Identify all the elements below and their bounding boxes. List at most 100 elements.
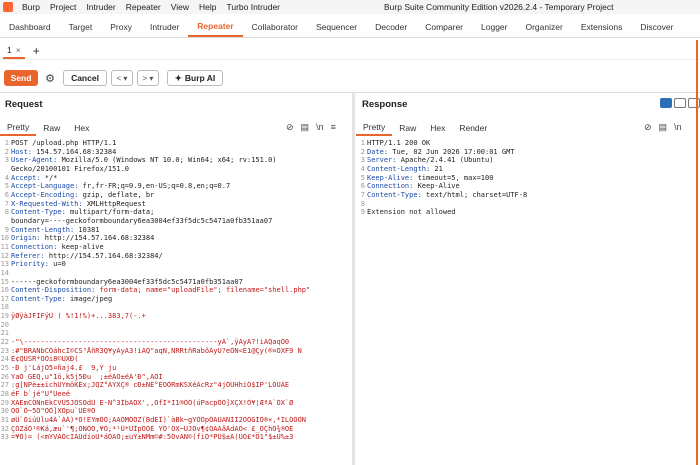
menu-burp[interactable]: Burp — [17, 2, 45, 12]
newline-icon[interactable]: \n — [674, 122, 682, 133]
line-number: 21 — [0, 329, 9, 338]
pane-splitter[interactable] — [352, 93, 355, 465]
request-line-value: Mozilla/5.0 (Windows NT 10.0; Win64; x64… — [57, 156, 277, 165]
response-tab-pretty[interactable]: Pretty — [356, 120, 393, 136]
request-line-key: Referer: — [11, 251, 45, 260]
response-line: 2 Date: Tue, 02 Jun 2026 17:00:01 GMT — [356, 148, 694, 157]
request-line-key: Priority: — [11, 260, 49, 269]
cancel-button[interactable]: Cancel — [63, 70, 107, 86]
tabs-layout-icon[interactable] — [688, 98, 700, 108]
request-line-value: u=0 — [48, 260, 66, 269]
wrap-lines-icon[interactable]: ▤ — [659, 122, 668, 133]
tab-repeater[interactable]: Repeater — [188, 16, 243, 37]
menu-intruder[interactable]: Intruder — [81, 2, 120, 12]
line-number: 3 — [360, 156, 365, 165]
menu-turbo-intruder[interactable]: Turbo Intruder — [221, 2, 285, 12]
tab-collaborator[interactable]: Collaborator — [243, 16, 307, 37]
repeater-tab-label: 1 — [7, 44, 12, 55]
line-number: 13 — [0, 260, 9, 269]
repeater-tab-1[interactable]: 1 × — [3, 43, 25, 59]
split-horizontal-icon[interactable] — [660, 98, 672, 108]
response-line: 9 Extension not allowed — [356, 208, 694, 217]
response-line-key: Content-Length: — [367, 164, 431, 173]
request-editor[interactable]: 1 POST /upload.php HTTP/1.1 2 Host: 154.57.… — [0, 139, 352, 465]
tab-proxy[interactable]: Proxy — [101, 16, 141, 37]
window-title: Burp Suite Community Edition v2026.2.4 -… — [384, 2, 614, 12]
response-view-tabs: Pretty Raw Hex Render — [356, 120, 494, 136]
request-line: 30 ÒÖ`Ö~5Ö"ÖÖ]XÖpu`ÜÉ®Ö — [0, 407, 352, 416]
burp-ai-button[interactable]: ✦ Burp AI — [167, 70, 223, 86]
request-line-key: -Ð j'LájÕ5¤ñaj4.£ 9,Ý ju — [11, 364, 117, 373]
request-line-value: http://154.57.164.68:32384 — [40, 234, 155, 243]
request-line-key: X-Requested-With: — [11, 199, 83, 208]
line-number: 17 — [0, 294, 9, 303]
tab-extensions[interactable]: Extensions — [572, 16, 632, 37]
response-line: 3 Server: Apache/2.4.41 (Ubuntu) — [356, 156, 694, 165]
request-line: Gecko/20100101 Firefox/151.0 — [0, 165, 352, 174]
request-line: 25 -Ð j'LájÕ5¤ñaj4.£ 9,Ý ju — [0, 364, 352, 373]
tab-intruder[interactable]: Intruder — [141, 16, 188, 37]
request-line: 12 Referer: http://154.57.164.68:32384/ — [0, 252, 352, 261]
request-line-value: Gecko/20100101 Firefox/151.0 — [11, 164, 130, 173]
tab-decoder[interactable]: Decoder — [366, 16, 416, 37]
request-line: 9 Content-Length: 10381 — [0, 226, 352, 235]
request-view-tabs: Pretty Raw Hex — [0, 120, 96, 136]
add-tab-button[interactable]: + — [33, 44, 40, 58]
request-line: 2 Host: 154.57.164.68:32384 — [0, 148, 352, 157]
line-number: 32 — [0, 424, 9, 433]
line-number: 18 — [0, 303, 9, 312]
line-number: 20 — [0, 320, 9, 329]
send-button[interactable]: Send — [4, 70, 38, 86]
request-line-key: øÜ`ÖiúÚlu4Á`ÁÂ)*Ö!ÉYmÖÖ;ÃÃÖMÖÖZ(BdÉÎ)`àB… — [11, 416, 307, 424]
response-tab-render[interactable]: Render — [452, 120, 494, 136]
response-title: Response — [362, 99, 408, 110]
tab-dashboard[interactable]: Dashboard — [0, 16, 60, 37]
request-line-value: fr,fr-FR;q=0.9,en-US;q=0.8,en;q=0.7 — [78, 182, 231, 191]
menu-project[interactable]: Project — [45, 2, 81, 12]
menu-view[interactable]: View — [166, 2, 194, 12]
response-line-value: Tue, 02 Jun 2026 17:00:01 GMT — [388, 147, 515, 156]
line-number: 6 — [360, 182, 365, 191]
line-number: 25 — [0, 364, 9, 373]
request-line: 33 =¥Ö)= (<mYVÄÖcIÁÜdíoÙ*áÖÃÖ;±uÝ±NMm©#:5… — [0, 433, 352, 442]
gear-icon[interactable]: ⚙ — [43, 71, 57, 85]
request-line: 17 Content-Type: image/jpeg — [0, 295, 352, 304]
request-tab-hex[interactable]: Hex — [67, 120, 96, 136]
tab-logger[interactable]: Logger — [472, 16, 516, 37]
tab-comparer[interactable]: Comparer — [416, 16, 472, 37]
menu-icon[interactable]: ≡ — [331, 122, 336, 133]
request-line-value: */* — [40, 173, 58, 182]
request-line-key: Accept-Encoding: — [11, 190, 79, 199]
line-number: 9 — [360, 208, 365, 217]
response-tab-hex[interactable]: Hex — [423, 120, 452, 136]
wrap-lines-icon[interactable]: ▤ — [301, 122, 310, 133]
toolbar-divider — [0, 92, 700, 93]
request-tab-raw[interactable]: Raw — [36, 120, 67, 136]
tab-organizer[interactable]: Organizer — [516, 16, 571, 37]
request-pane-icons: ⊘ ▤ \n ≡ — [286, 122, 336, 133]
line-number: 6 — [4, 190, 9, 199]
split-vertical-icon[interactable] — [674, 98, 686, 108]
request-line: 16 Content-Disposition: form-data; name="… — [0, 286, 352, 295]
request-line: 24 Ê¢QÜSR*ÖÖi8©UXÐ( — [0, 355, 352, 364]
previous-request-button[interactable]: < ▾ — [111, 70, 133, 86]
tab-target[interactable]: Target — [60, 16, 102, 37]
newline-icon[interactable]: \n — [316, 122, 324, 133]
response-tab-raw[interactable]: Raw — [392, 120, 423, 136]
menu-help[interactable]: Help — [194, 2, 221, 12]
menu-repeater[interactable]: Repeater — [121, 2, 166, 12]
close-icon[interactable]: × — [16, 45, 21, 55]
next-request-button[interactable]: > ▾ — [137, 70, 159, 86]
request-line-value: form-data; name="uploadFile"; filename="… — [95, 286, 311, 295]
response-editor[interactable]: 1 HTTP/1.1 200 OK 2 Date: Tue, 02 Jun 2026 … — [356, 139, 694, 465]
line-number: 5 — [4, 182, 9, 191]
response-line-key: Server: — [367, 156, 397, 165]
hide-nonprintable-icon[interactable]: ⊘ — [286, 122, 294, 133]
tab-discover[interactable]: Discover — [631, 16, 682, 37]
request-tab-pretty[interactable]: Pretty — [0, 120, 37, 136]
request-line: 5 Accept-Language: fr,fr-FR;q=0.9,en-US;q… — [0, 182, 352, 191]
tab-sequencer[interactable]: Sequencer — [307, 16, 366, 37]
response-line-key: Date: — [367, 147, 389, 156]
request-line: 11 Connection: keep-alive — [0, 243, 352, 252]
hide-nonprintable-icon[interactable]: ⊘ — [644, 122, 652, 133]
